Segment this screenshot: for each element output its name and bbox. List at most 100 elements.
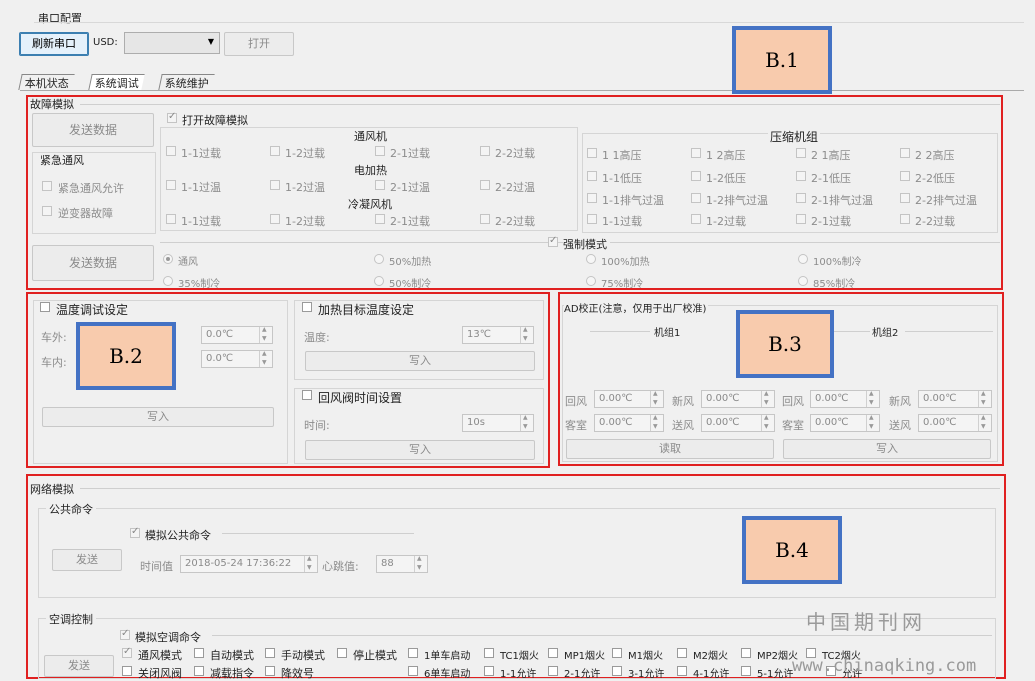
comp-2-1-low-checkbox[interactable] xyxy=(796,171,806,181)
unit2-fresh-spinner[interactable]: 0.00℃ xyxy=(918,390,992,408)
cond-1-1-checkbox[interactable] xyxy=(166,214,176,224)
unit1-supply-spinner[interactable]: 0.00℃ xyxy=(701,414,775,432)
unit2-supply-spinner[interactable]: 0.00℃ xyxy=(918,414,992,432)
ac-load-shed-checkbox[interactable] xyxy=(194,666,204,676)
ac-m2-fire-checkbox[interactable] xyxy=(677,648,687,658)
comp-2-2-overload-checkbox[interactable] xyxy=(900,214,910,224)
spin-arrows-icon[interactable] xyxy=(866,390,879,407)
ac-manual-mode-checkbox[interactable] xyxy=(265,648,275,658)
outside-temp-spinner[interactable]: 0.0℃ xyxy=(201,326,273,344)
spin-arrows-icon[interactable] xyxy=(520,326,533,343)
ac-derate-checkbox[interactable] xyxy=(265,666,275,676)
spin-arrows-icon[interactable] xyxy=(978,414,991,431)
ac-car1-start-checkbox[interactable] xyxy=(408,648,418,658)
heat-write-button[interactable]: 写入 xyxy=(305,351,535,371)
heat-2-2-checkbox[interactable] xyxy=(480,180,490,190)
vent-2-1-checkbox[interactable] xyxy=(375,146,385,156)
force-mode-checkbox[interactable] xyxy=(548,235,558,247)
spin-arrows-icon[interactable] xyxy=(259,326,272,343)
comp-1-1-exhaust-checkbox[interactable] xyxy=(587,193,597,203)
spin-arrows-icon[interactable] xyxy=(259,350,272,367)
temp-write-button[interactable]: 写入 xyxy=(42,407,274,427)
spin-arrows-icon[interactable] xyxy=(304,555,317,572)
comp-1-1-overload-checkbox[interactable] xyxy=(587,214,597,224)
send-data-button[interactable]: 发送数据 xyxy=(32,113,154,147)
heat-target-checkbox[interactable] xyxy=(302,302,312,312)
force-cool-100-radio[interactable] xyxy=(798,254,808,264)
cond-2-2-checkbox[interactable] xyxy=(480,214,490,224)
time-value-picker[interactable]: 2018-05-24 17:36:22 xyxy=(180,555,318,573)
force-heat-50-radio[interactable] xyxy=(374,254,384,264)
comp-1-2-high-checkbox[interactable] xyxy=(691,148,701,158)
unit2-return-spinner[interactable]: 0.00℃ xyxy=(810,390,880,408)
force-cool-35-radio[interactable] xyxy=(163,276,173,286)
ad-write-button[interactable]: 写入 xyxy=(783,439,991,459)
ac-close-damper-checkbox[interactable] xyxy=(122,666,132,676)
spin-arrows-icon[interactable] xyxy=(761,390,774,407)
comp-2-2-high-checkbox[interactable] xyxy=(900,148,910,158)
inside-temp-spinner[interactable]: 0.0℃ xyxy=(201,350,273,368)
heat-temp-spinner[interactable]: 13℃ xyxy=(462,326,534,344)
ac-vent-mode-checkbox[interactable] xyxy=(122,646,132,658)
unit1-cabin-spinner[interactable]: 0.00℃ xyxy=(594,414,664,432)
open-port-button[interactable]: 打开 xyxy=(224,32,294,56)
public-send-button[interactable]: 发送 xyxy=(52,549,122,571)
heat-1-2-checkbox[interactable] xyxy=(270,180,280,190)
ac-m1-fire-checkbox[interactable] xyxy=(612,648,622,658)
vent-2-2-checkbox[interactable] xyxy=(480,146,490,156)
ac-allow-1-1-checkbox[interactable] xyxy=(484,666,494,676)
comp-1-1-low-checkbox[interactable] xyxy=(587,171,597,181)
valve-time-spinner[interactable]: 10s xyxy=(462,414,534,432)
comp-2-1-overload-checkbox[interactable] xyxy=(796,214,806,224)
unit1-return-spinner[interactable]: 0.00℃ xyxy=(594,390,664,408)
ac-allow-5-1-checkbox[interactable] xyxy=(741,666,751,676)
unit1-fresh-spinner[interactable]: 0.00℃ xyxy=(701,390,775,408)
comp-2-1-high-checkbox[interactable] xyxy=(796,148,806,158)
comp-1-1-high-checkbox[interactable] xyxy=(587,148,597,158)
fault-sim-enable-checkbox[interactable] xyxy=(167,111,177,123)
spin-arrows-icon[interactable] xyxy=(650,390,663,407)
tab-system-maintenance[interactable]: 系统维护 xyxy=(158,74,215,90)
heat-1-1-checkbox[interactable] xyxy=(166,180,176,190)
ad-read-button[interactable]: 读取 xyxy=(566,439,774,459)
ac-mp1-fire-checkbox[interactable] xyxy=(548,648,558,658)
vent-1-2-checkbox[interactable] xyxy=(270,146,280,156)
inverter-fault-checkbox[interactable] xyxy=(42,206,52,216)
ac-auto-mode-checkbox[interactable] xyxy=(194,648,204,658)
cond-1-2-checkbox[interactable] xyxy=(270,214,280,224)
ac-command-checkbox[interactable] xyxy=(120,628,130,640)
force-cool-85-radio[interactable] xyxy=(798,276,808,286)
force-cool-75-radio[interactable] xyxy=(586,276,596,286)
public-command-checkbox[interactable] xyxy=(130,526,140,538)
ac-allow-3-1-checkbox[interactable] xyxy=(612,666,622,676)
spin-arrows-icon[interactable] xyxy=(520,414,533,431)
comp-2-2-exhaust-checkbox[interactable] xyxy=(900,193,910,203)
force-cool-50-radio[interactable] xyxy=(374,276,384,286)
spin-arrows-icon[interactable] xyxy=(650,414,663,431)
temp-debug-checkbox[interactable] xyxy=(40,302,50,312)
ac-mp2-fire-checkbox[interactable] xyxy=(741,648,751,658)
spin-arrows-icon[interactable] xyxy=(866,414,879,431)
usb-port-dropdown[interactable]: ▼ xyxy=(124,32,220,54)
tab-system-debug[interactable]: 系统调试 xyxy=(88,74,145,90)
spin-arrows-icon[interactable] xyxy=(761,414,774,431)
ac-send-button[interactable]: 发送 xyxy=(44,655,114,677)
ac-car6-start-checkbox[interactable] xyxy=(408,666,418,676)
ac-tc1-fire-checkbox[interactable] xyxy=(484,648,494,658)
heartbeat-spinner[interactable]: 88 xyxy=(376,555,428,573)
vent-1-1-checkbox[interactable] xyxy=(166,146,176,156)
ac-allow-2-1-checkbox[interactable] xyxy=(548,666,558,676)
refresh-serial-button[interactable]: 刷新串口 xyxy=(19,32,89,56)
comp-1-2-exhaust-checkbox[interactable] xyxy=(691,193,701,203)
comp-1-2-low-checkbox[interactable] xyxy=(691,171,701,181)
ac-stop-mode-checkbox[interactable] xyxy=(337,648,347,658)
valve-write-button[interactable]: 写入 xyxy=(305,440,535,460)
cond-2-1-checkbox[interactable] xyxy=(375,214,385,224)
heat-2-1-checkbox[interactable] xyxy=(375,180,385,190)
comp-2-1-exhaust-checkbox[interactable] xyxy=(796,193,806,203)
unit2-cabin-spinner[interactable]: 0.00℃ xyxy=(810,414,880,432)
comp-1-2-overload-checkbox[interactable] xyxy=(691,214,701,224)
force-vent-radio[interactable] xyxy=(163,254,173,264)
spin-arrows-icon[interactable] xyxy=(414,555,427,572)
ac-allow-4-1-checkbox[interactable] xyxy=(677,666,687,676)
